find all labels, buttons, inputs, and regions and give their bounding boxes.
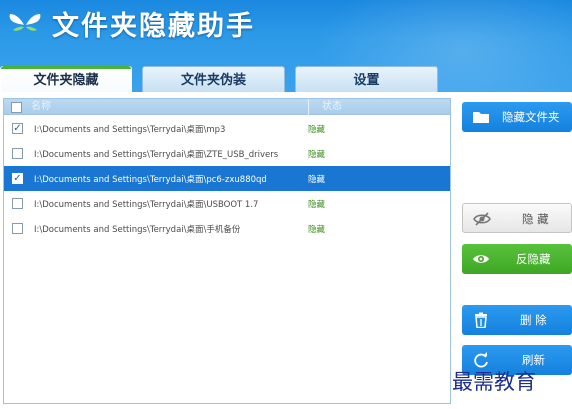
row-checkbox[interactable] [12, 223, 23, 234]
list-row[interactable]: I:\Documents and Settings\Terrydai\桌面\手机… [4, 216, 450, 241]
hide-status: 隐藏 [308, 225, 326, 235]
trash-icon [475, 312, 487, 328]
hide-status: 隐藏 [308, 150, 326, 160]
watermark-text: 最需教育 [452, 370, 536, 394]
tab-bar: 文件夹隐藏 文件夹伪装 设置 [0, 66, 572, 92]
hide-folder-button[interactable]: 隐藏文件夹 [462, 102, 572, 132]
app-header: 文件夹隐藏助手 文件夹隐藏 文件夹伪装 设置 [0, 0, 572, 92]
hide-button[interactable]: 隐 藏 [462, 203, 572, 233]
list-header: 名称 状态 [4, 99, 450, 115]
row-checkbox[interactable] [12, 198, 23, 209]
column-status-header[interactable]: 状态 [322, 99, 342, 115]
folder-path: I:\Documents and Settings\Terrydai\桌面\US… [34, 200, 259, 210]
folder-path: I:\Documents and Settings\Terrydai\桌面\ZT… [34, 150, 279, 160]
list-row-selected[interactable]: ✓ I:\Documents and Settings\Terrydai\桌面\… [4, 166, 450, 191]
row-checkbox[interactable]: ✓ [12, 173, 23, 184]
tab-folder-disguise[interactable]: 文件夹伪装 [142, 66, 285, 92]
hide-folder-label: 隐藏文件夹 [502, 110, 560, 124]
hide-label: 隐 藏 [522, 212, 549, 226]
unhide-label: 反隐藏 [516, 252, 551, 266]
folder-icon [473, 112, 489, 123]
column-divider [308, 99, 309, 115]
row-checkbox[interactable]: ✓ [12, 123, 23, 134]
select-all-checkbox[interactable] [11, 102, 22, 113]
eye-icon [473, 255, 489, 263]
tab-settings[interactable]: 设置 [295, 66, 438, 92]
folder-path: I:\Documents and Settings\Terrydai\桌面\mp… [34, 125, 226, 135]
row-checkbox[interactable] [12, 148, 23, 159]
tab-folder-hide[interactable]: 文件夹隐藏 [0, 66, 132, 92]
hide-status: 隐藏 [308, 200, 326, 210]
delete-label: 删 除 [520, 313, 547, 327]
folder-path: I:\Documents and Settings\Terrydai\桌面\手机… [34, 225, 241, 235]
list-row[interactable]: I:\Documents and Settings\Terrydai\桌面\ZT… [4, 141, 450, 166]
app-title: 文件夹隐藏助手 [52, 11, 255, 42]
folder-list: 名称 状态 ✓ I:\Documents and Settings\Terryd… [3, 98, 451, 404]
list-row[interactable]: ✓ I:\Documents and Settings\Terrydai\桌面\… [4, 116, 450, 141]
list-row[interactable]: I:\Documents and Settings\Terrydai\桌面\US… [4, 191, 450, 216]
hide-status: 隐藏 [308, 175, 326, 185]
eye-slash-icon [473, 212, 491, 226]
butterfly-logo-icon [9, 14, 41, 31]
unhide-button[interactable]: 反隐藏 [462, 244, 572, 274]
folder-path: I:\Documents and Settings\Terrydai\桌面\pc… [34, 175, 267, 185]
hide-status: 隐藏 [308, 125, 326, 135]
column-name-header[interactable]: 名称 [31, 99, 51, 115]
delete-button[interactable]: 删 除 [462, 305, 572, 335]
